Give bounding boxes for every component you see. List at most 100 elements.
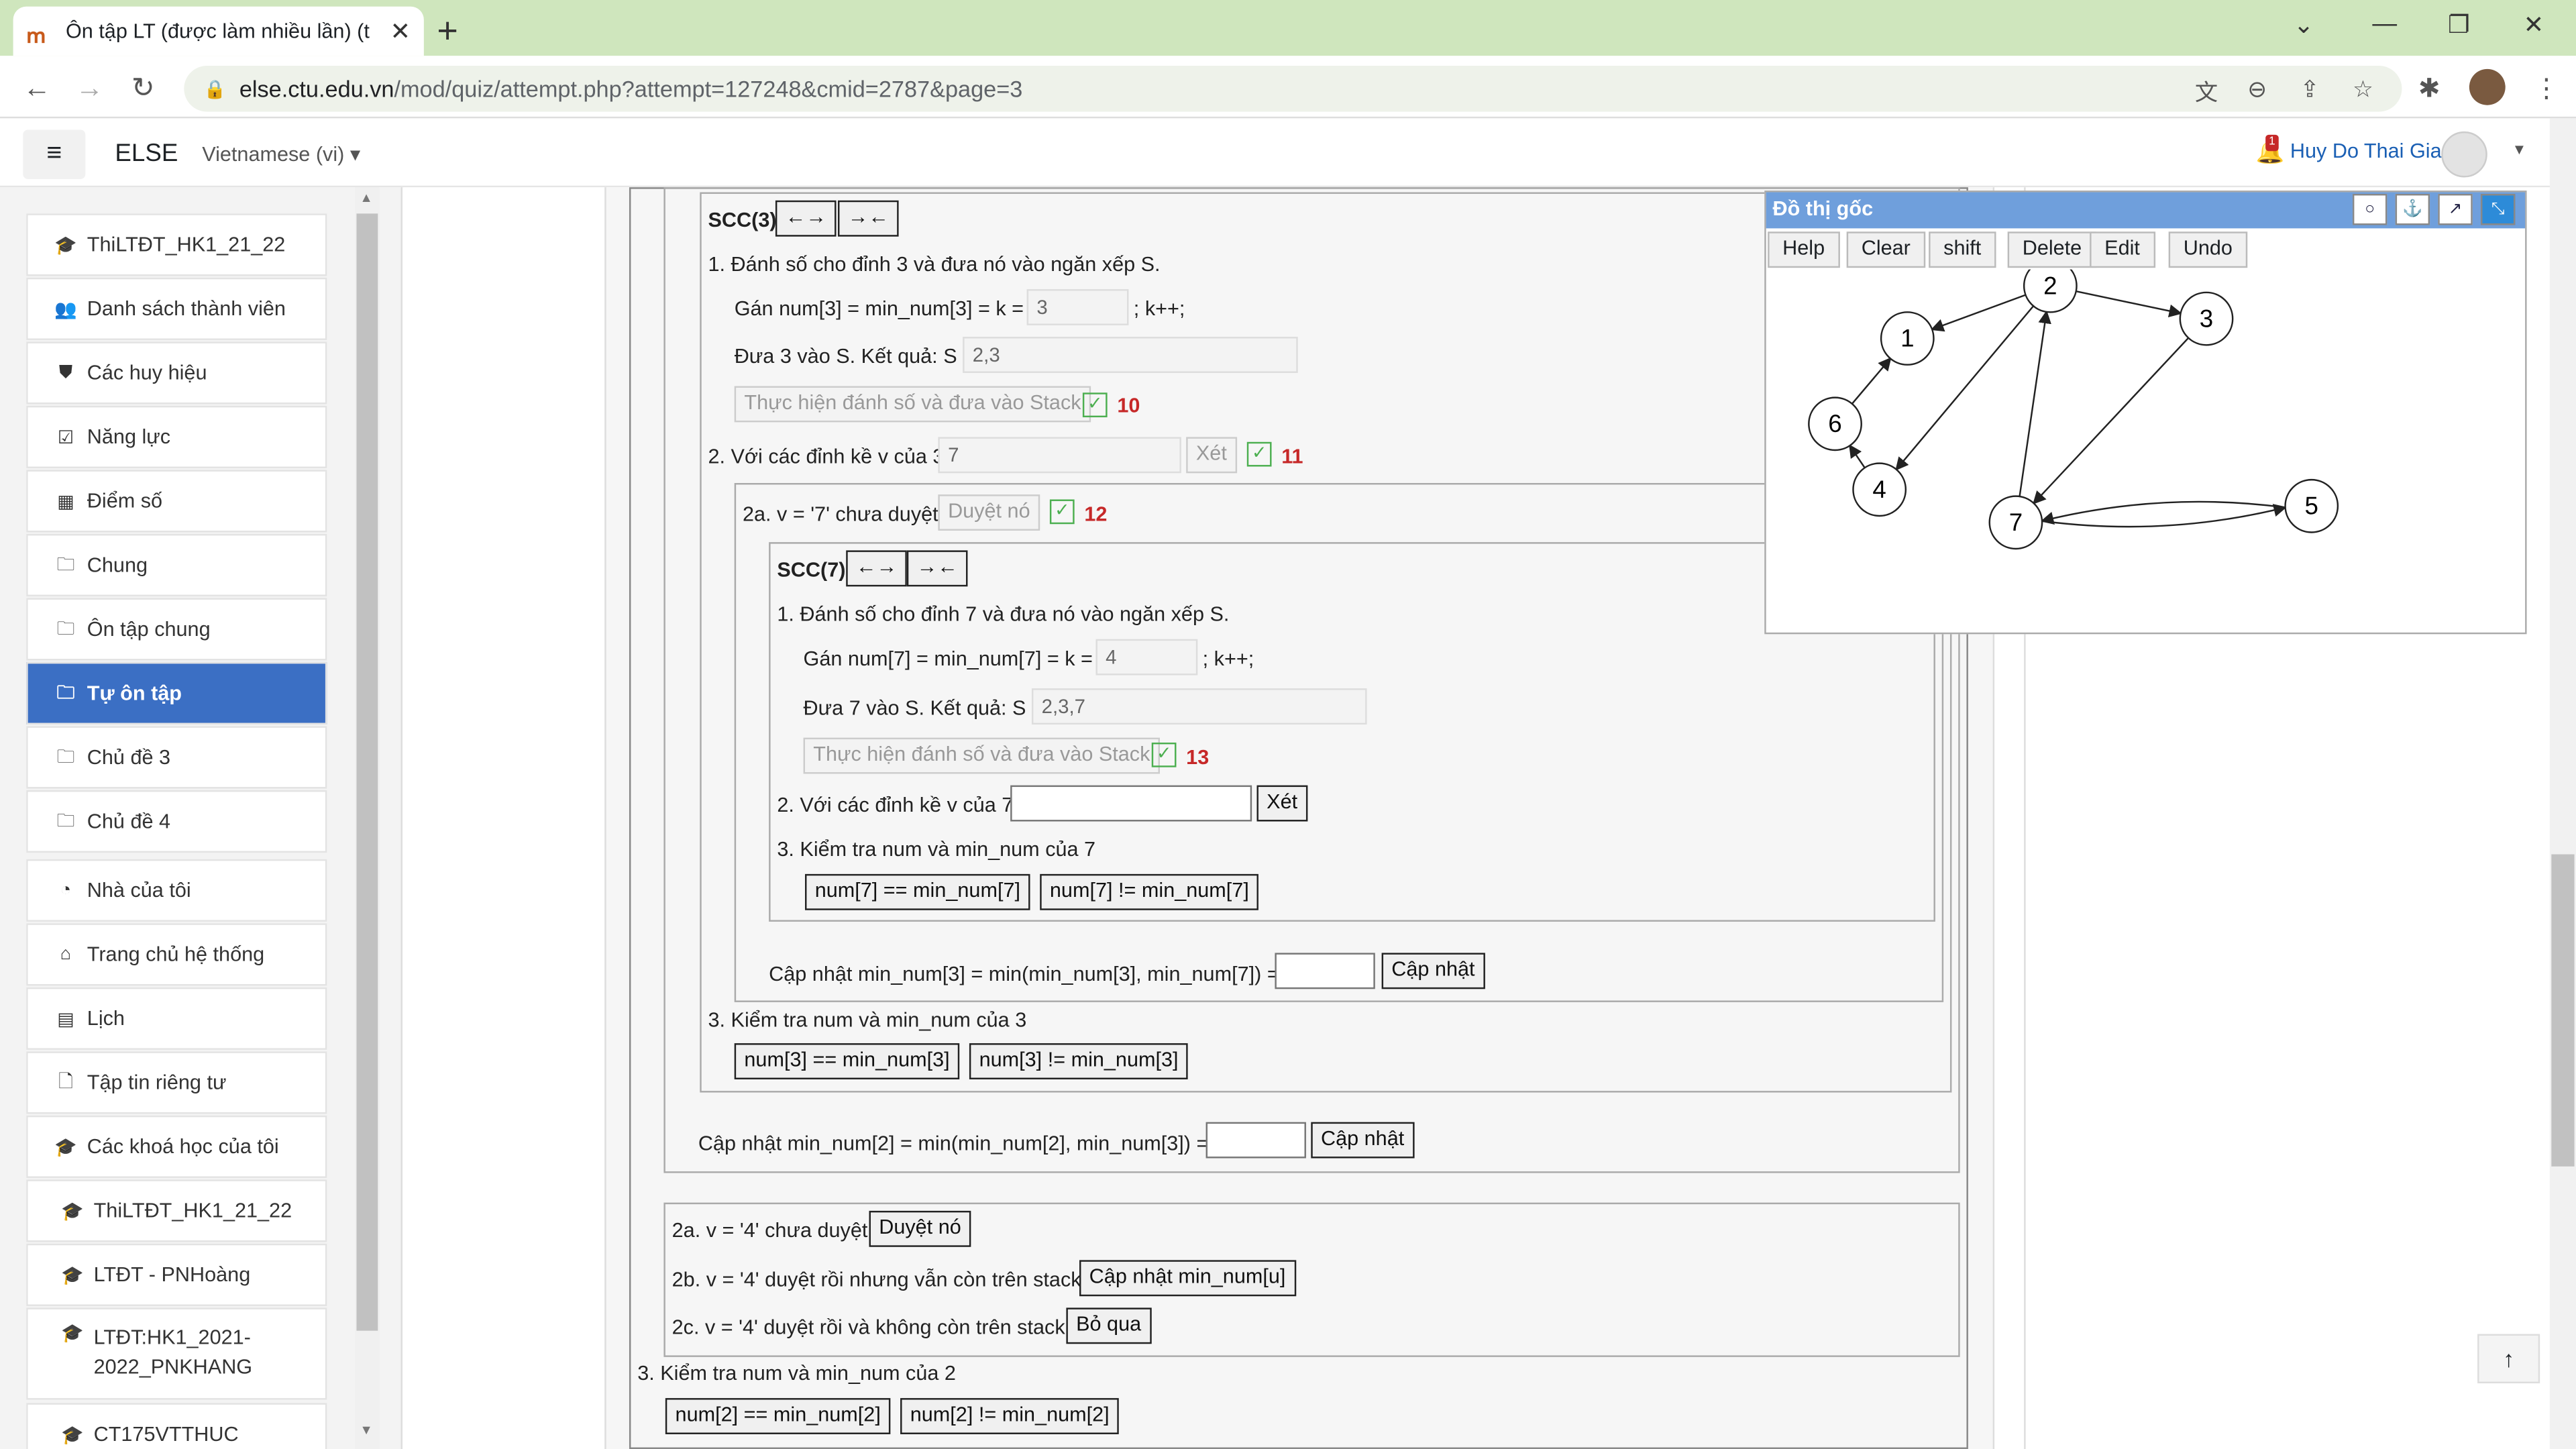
graph-delete-button[interactable]: Delete bbox=[2007, 231, 2097, 268]
scc3-neq-button[interactable]: num[3] != min_num[3] bbox=[969, 1043, 1189, 1079]
reload-icon[interactable]: ↻ bbox=[131, 72, 155, 105]
translate-icon[interactable]: 文 bbox=[2195, 76, 2218, 109]
tab-search-icon[interactable]: ⌄ bbox=[2294, 10, 2314, 40]
hamburger-menu-icon[interactable]: ≡ bbox=[23, 129, 86, 179]
v4-skip-button[interactable]: Bỏ qua bbox=[1066, 1307, 1151, 1344]
step3-2-eq-button[interactable]: num[2] == min_num[2] bbox=[665, 1398, 891, 1434]
scroll-down-icon[interactable]: ▼ bbox=[360, 1423, 372, 1438]
main-scrollbar[interactable] bbox=[2549, 118, 2576, 1449]
extensions-icon[interactable]: ✱ bbox=[2418, 72, 2440, 105]
graph-node-2[interactable]: 2 bbox=[2023, 269, 2078, 313]
sidebar-item-course-3[interactable]: 🎓 LTĐT:HK1_2021-2022_PNKHANG bbox=[26, 1307, 327, 1400]
sidebar-item-course[interactable]: 🎓 ThiLTĐT_HK1_21_22 bbox=[26, 213, 327, 276]
sidebar-item-private-files[interactable]: 🗋 Tập tin riêng tư bbox=[26, 1051, 327, 1114]
graph-help-button[interactable]: Help bbox=[1768, 231, 1840, 268]
scc7-xet-button[interactable]: Xét bbox=[1256, 785, 1307, 822]
user-avatar[interactable] bbox=[2441, 131, 2487, 178]
scc7-push-input[interactable]: 2,3,7 bbox=[1031, 688, 1367, 725]
browser-tab[interactable]: ՠ Ôn tập LT (được làm nhiều lần) (t ✕ bbox=[13, 6, 424, 56]
scroll-up-icon[interactable]: ▲ bbox=[360, 191, 372, 205]
graph-edge-7-5[interactable] bbox=[2041, 504, 2287, 528]
main-scroll-thumb[interactable] bbox=[2551, 854, 2575, 1167]
graph-node-3[interactable]: 3 bbox=[2179, 291, 2234, 346]
new-tab-icon[interactable]: + bbox=[437, 10, 458, 53]
sidebar-item-review[interactable]: 🗀 Ôn tập chung bbox=[26, 598, 327, 661]
minimize-icon[interactable]: — bbox=[2372, 10, 2397, 38]
scc3-xet-button[interactable]: Xét bbox=[1186, 437, 1237, 474]
sidebar-item-site-home[interactable]: ⌂ Trang chủ hệ thống bbox=[26, 923, 327, 986]
graph-edge-5-7[interactable] bbox=[2040, 500, 2286, 525]
graph-node-6[interactable]: 6 bbox=[1808, 396, 1862, 451]
v4-visit-button[interactable]: Duyệt nó bbox=[869, 1210, 971, 1247]
step3-2-neq-button[interactable]: num[2] != min_num[2] bbox=[900, 1398, 1120, 1434]
scc7-neq-button[interactable]: num[7] != min_num[7] bbox=[1040, 873, 1259, 910]
update2-button[interactable]: Cập nhật bbox=[1311, 1122, 1414, 1159]
sidebar-item-competencies[interactable]: ☑ Năng lực bbox=[26, 405, 327, 468]
address-bar[interactable]: 🔒 else.ctu.edu.vn/mod/quiz/attempt.php?a… bbox=[184, 65, 2402, 112]
edge-tool-icon[interactable]: ↗ bbox=[2438, 193, 2473, 225]
scc3-expand-button[interactable]: →← bbox=[837, 200, 899, 237]
sidebar-item-self-review[interactable]: 🗀 Tự ôn tập bbox=[26, 661, 327, 725]
graph-node-4[interactable]: 4 bbox=[1852, 462, 1907, 517]
graph-canvas[interactable]: 1 2 3 4 5 6 7 bbox=[1768, 269, 2520, 614]
graph-edge-6-1[interactable] bbox=[1851, 357, 1892, 405]
v4-update-button[interactable]: Cập nhật min_num[u] bbox=[1079, 1260, 1296, 1297]
language-menu[interactable]: Vietnamese (vi) ▾ bbox=[202, 142, 360, 166]
zoom-icon[interactable]: ⊖ bbox=[2247, 76, 2267, 104]
circle-tool-icon[interactable]: ○ bbox=[2352, 193, 2387, 225]
scc3-do-button[interactable]: Thực hiện đánh số và đưa vào Stack bbox=[734, 386, 1091, 423]
profile-avatar[interactable] bbox=[2469, 68, 2506, 105]
sidebar-item-course-4[interactable]: 🎓 CT175VTTHUC bbox=[26, 1403, 327, 1449]
update3-input[interactable] bbox=[1275, 953, 1375, 989]
sidebar-item-grades[interactable]: ▦ Điểm số bbox=[26, 470, 327, 533]
graph-edge-4-6[interactable] bbox=[1849, 444, 1866, 469]
bookmark-star-icon[interactable]: ☆ bbox=[2353, 76, 2373, 104]
resize-icon[interactable]: ⤡ bbox=[2480, 193, 2516, 225]
scc3-eq-button[interactable]: num[3] == min_num[3] bbox=[734, 1043, 960, 1079]
graph-edge-2-3[interactable] bbox=[2076, 290, 2183, 318]
sidebar-item-my-courses[interactable]: 🎓 Các khoá học của tôi bbox=[26, 1115, 327, 1178]
sidebar-scroll-thumb[interactable] bbox=[356, 213, 378, 1331]
update3-button[interactable]: Cập nhật bbox=[1381, 953, 1485, 989]
scc3-collapse-button[interactable]: ←→ bbox=[775, 200, 837, 237]
graph-edge-3-7[interactable] bbox=[2033, 337, 2190, 504]
scc7-expand-button[interactable]: →← bbox=[906, 550, 968, 587]
back-to-top-icon[interactable]: ↑ bbox=[2477, 1334, 2540, 1384]
scc3-step2-input[interactable]: 7 bbox=[938, 437, 1181, 474]
restore-icon[interactable]: ❐ bbox=[2448, 10, 2470, 40]
scc7-collapse-button[interactable]: ←→ bbox=[846, 550, 907, 587]
sidebar-item-course-1[interactable]: 🎓 ThiLTĐT_HK1_21_22 bbox=[26, 1179, 327, 1242]
user-menu-caret-icon[interactable]: ▼ bbox=[2512, 142, 2527, 158]
scc3-assign-input[interactable]: 3 bbox=[1026, 289, 1129, 325]
graph-node-7[interactable]: 7 bbox=[1988, 495, 2043, 550]
anchor-icon[interactable]: ⚓ bbox=[2395, 193, 2430, 225]
close-tab-icon[interactable]: ✕ bbox=[390, 16, 411, 46]
scc7-do-button[interactable]: Thực hiện đánh số và đưa vào Stack bbox=[803, 737, 1161, 774]
graph-node-5[interactable]: 5 bbox=[2284, 478, 2339, 533]
sidebar-item-dashboard[interactable]: ◔ Nhà của tôi bbox=[26, 859, 327, 922]
sidebar-item-course-2[interactable]: 🎓 LTĐT - PNHoàng bbox=[26, 1243, 327, 1306]
sidebar-item-calendar[interactable]: ▤ Lịch bbox=[26, 987, 327, 1050]
sidebar-item-topic-3[interactable]: 🗀 Chủ đề 3 bbox=[26, 726, 327, 789]
scc7-eq-button[interactable]: num[7] == min_num[7] bbox=[805, 873, 1030, 910]
graph-undo-button[interactable]: Undo bbox=[2168, 231, 2247, 268]
forward-icon[interactable]: → bbox=[76, 72, 104, 105]
back-icon[interactable]: ← bbox=[23, 72, 51, 105]
share-icon[interactable]: ⇪ bbox=[2300, 76, 2320, 104]
sidebar-item-topic-4[interactable]: 🗀 Chủ đề 4 bbox=[26, 790, 327, 853]
site-brand[interactable]: ELSE bbox=[115, 140, 178, 168]
graph-clear-button[interactable]: Clear bbox=[1846, 231, 1925, 268]
graph-edge-2-1[interactable] bbox=[1930, 294, 2027, 332]
menu-kebab-icon[interactable]: ⋮ bbox=[2533, 72, 2559, 105]
graph-edit-button[interactable]: Edit bbox=[2090, 231, 2155, 268]
sidebar-item-general[interactable]: 🗀 Chung bbox=[26, 533, 327, 596]
scc7-step2-input[interactable] bbox=[1010, 785, 1252, 822]
user-name[interactable]: Huy Do Thai Gia bbox=[2290, 140, 2442, 162]
graph-shift-button[interactable]: shift bbox=[1929, 231, 1996, 268]
scc7-assign-input[interactable]: 4 bbox=[1095, 639, 1198, 676]
scc3-visit-button[interactable]: Duyệt nó bbox=[938, 494, 1040, 531]
close-window-icon[interactable]: ✕ bbox=[2524, 10, 2544, 40]
sidebar-item-participants[interactable]: 👥 Danh sách thành viên bbox=[26, 277, 327, 340]
graph-edge-7-2[interactable] bbox=[2019, 310, 2051, 497]
sidebar-item-badges[interactable]: ⛊ Các huy hiệu bbox=[26, 341, 327, 405]
